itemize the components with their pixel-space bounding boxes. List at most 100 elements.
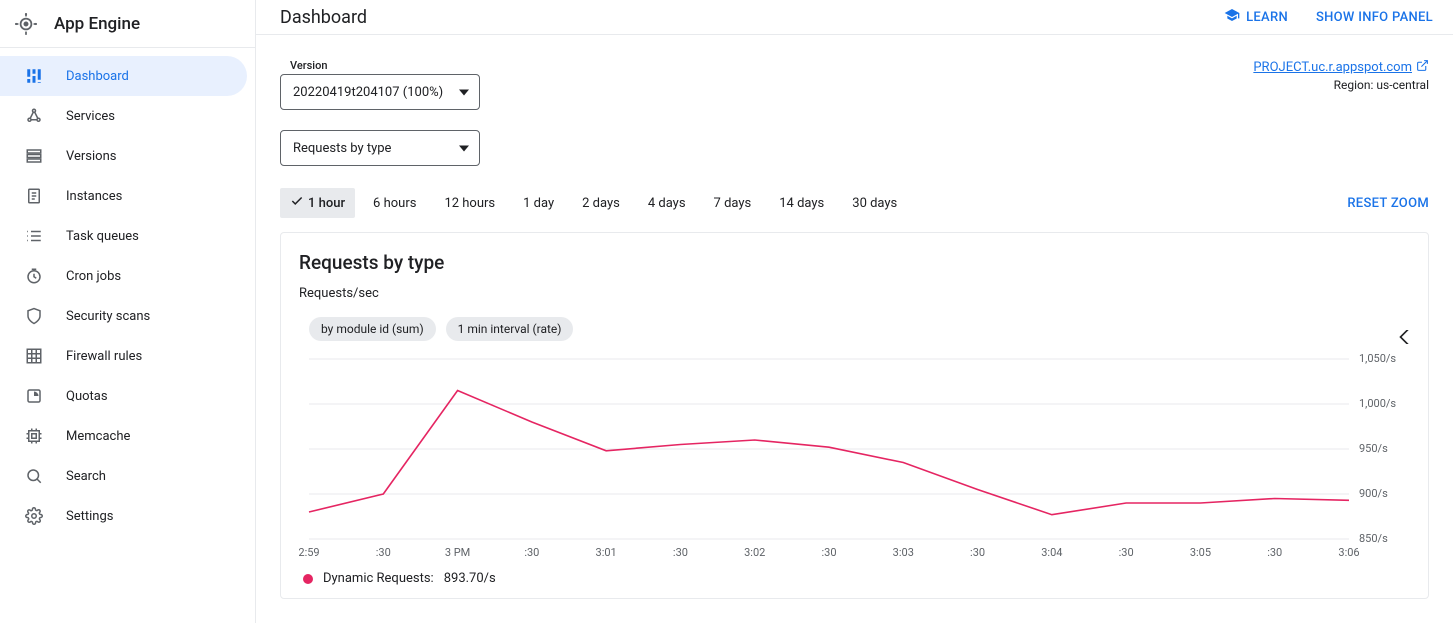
time-range-label: 14 days — [779, 196, 824, 211]
project-url: PROJECT.uc.r.appspot.com — [1253, 60, 1412, 75]
x-tick-label: :30 — [1267, 546, 1282, 559]
version-value: 20220419t204107 (100%) — [293, 85, 443, 100]
sidebar-item-memcache[interactable]: Memcache — [0, 416, 255, 456]
sidebar-item-settings[interactable]: Settings — [0, 496, 255, 536]
chart-card: Requests by type Requests/sec by module … — [280, 232, 1429, 599]
time-range-6-hours[interactable]: 6 hours — [363, 188, 426, 218]
list-icon — [24, 226, 44, 246]
version-field: Version 20220419t204107 (100%) — [280, 59, 480, 110]
memory-icon — [24, 426, 44, 446]
x-tick-label: :30 — [376, 546, 391, 559]
top-row: Version 20220419t204107 (100%) Requests … — [280, 59, 1429, 166]
x-tick-label: 3:01 — [596, 546, 617, 559]
sidebar-item-dashboard[interactable]: Dashboard — [0, 56, 247, 96]
x-tick-label: 3:05 — [1190, 546, 1211, 559]
sidebar-item-task-queues[interactable]: Task queues — [0, 216, 255, 256]
legend-dot-icon — [303, 574, 313, 584]
chart-svg: 1,050/s1,000/s950/s900/s850/s2:59:303 PM… — [299, 351, 1404, 561]
region-label: Region: us-central — [1253, 78, 1429, 92]
time-range-label: 6 hours — [373, 196, 416, 211]
chart-chips: by module id (sum) 1 min interval (rate) — [299, 317, 1410, 341]
metric-select[interactable]: Requests by type — [280, 130, 480, 166]
version-select[interactable]: 20220419t204107 (100%) — [280, 74, 480, 110]
y-tick-label: 950/s — [1359, 442, 1388, 455]
graph-icon — [24, 106, 44, 126]
page-title: Dashboard — [280, 7, 367, 28]
time-range-label: 1 day — [523, 196, 554, 211]
time-range-30-days[interactable]: 30 days — [842, 188, 907, 218]
time-range-12-hours[interactable]: 12 hours — [434, 188, 505, 218]
sidebar-item-label: Security scans — [66, 309, 150, 324]
project-link[interactable]: PROJECT.uc.r.appspot.com — [1253, 59, 1429, 76]
time-range-label: 7 days — [714, 196, 752, 211]
sidebar-item-label: Cron jobs — [66, 269, 121, 284]
sidebar-item-firewall-rules[interactable]: Firewall rules — [0, 336, 255, 376]
chart-chip: by module id (sum) — [309, 317, 436, 341]
search-icon — [24, 466, 44, 486]
reset-zoom-button[interactable]: RESET ZOOM — [1347, 196, 1429, 211]
sidebar-item-label: Task queues — [66, 229, 139, 244]
project-info: PROJECT.uc.r.appspot.com Region: us-cent… — [1253, 59, 1429, 92]
sidebar-item-label: Services — [66, 109, 115, 124]
time-range-4-days[interactable]: 4 days — [638, 188, 696, 218]
x-tick-label: 2:59 — [299, 546, 320, 559]
sidebar-item-label: Instances — [66, 189, 122, 204]
legend-series-value: 893.70/s — [444, 571, 496, 586]
chart-legend: Dynamic Requests: 893.70/s — [299, 571, 1410, 586]
version-label: Version — [280, 59, 480, 72]
clipboard-icon — [24, 186, 44, 206]
x-tick-label: 3:04 — [1041, 546, 1062, 559]
sidebar-item-label: Settings — [66, 509, 113, 524]
chevron-left-icon — [1399, 330, 1409, 348]
x-tick-label: :30 — [970, 546, 985, 559]
chip-label: 1 min interval (rate) — [458, 322, 562, 336]
sidebar-nav: Dashboard Services Versions Instances Task q… — [0, 48, 255, 536]
caret-down-icon — [459, 85, 469, 100]
time-range-2-days[interactable]: 2 days — [572, 188, 630, 218]
sidebar-item-label: Search — [66, 469, 106, 484]
time-range-1-day[interactable]: 1 day — [513, 188, 564, 218]
chart-subtitle: Requests/sec — [299, 286, 1410, 301]
show-info-panel-button[interactable]: SHOW INFO PANEL — [1316, 10, 1433, 25]
caret-down-icon — [459, 141, 469, 156]
y-tick-label: 850/s — [1359, 532, 1388, 545]
versions-icon — [24, 146, 44, 166]
chip-label: by module id (sum) — [321, 322, 424, 336]
time-range-label: 4 days — [648, 196, 686, 211]
learn-label: LEARN — [1246, 10, 1288, 25]
time-range-14-days[interactable]: 14 days — [769, 188, 834, 218]
sidebar-item-cron-jobs[interactable]: Cron jobs — [0, 256, 255, 296]
sidebar-item-services[interactable]: Services — [0, 96, 255, 136]
sidebar-item-instances[interactable]: Instances — [0, 176, 255, 216]
time-range-row: 1 hour 6 hours 12 hours 1 day 2 days 4 days 7 … — [280, 188, 1429, 218]
main-header: Dashboard LEARN SHOW INFO PANEL — [256, 0, 1453, 35]
sidebar-item-security-scans[interactable]: Security scans — [0, 296, 255, 336]
main: Dashboard LEARN SHOW INFO PANEL Version — [256, 0, 1453, 623]
x-tick-label: 3 PM — [445, 546, 470, 559]
sidebar-item-label: Dashboard — [66, 69, 129, 84]
sidebar-item-label: Firewall rules — [66, 349, 142, 364]
time-range-label: 12 hours — [444, 196, 495, 211]
sidebar: App Engine DashboardServicesVersionsInst… — [0, 0, 256, 623]
x-tick-label: :30 — [524, 546, 539, 559]
y-tick-label: 900/s — [1359, 487, 1388, 500]
chart-line-series — [309, 391, 1349, 515]
chart-panel-collapse-button[interactable] — [1392, 327, 1416, 351]
learn-button[interactable]: LEARN — [1224, 7, 1288, 27]
sidebar-item-quotas[interactable]: Quotas — [0, 376, 255, 416]
sidebar-item-label: Memcache — [66, 429, 130, 444]
time-range-1-hour[interactable]: 1 hour — [280, 188, 355, 218]
checkmark-icon — [290, 194, 304, 212]
x-tick-label: :30 — [673, 546, 688, 559]
x-tick-label: 3:02 — [744, 546, 765, 559]
time-range-label: 2 days — [582, 196, 620, 211]
time-range-7-days[interactable]: 7 days — [704, 188, 762, 218]
x-tick-label: :30 — [821, 546, 836, 559]
selectors: Version 20220419t204107 (100%) Requests … — [280, 59, 480, 166]
sidebar-item-search[interactable]: Search — [0, 456, 255, 496]
time-range-label: 1 hour — [308, 196, 345, 211]
x-tick-label: 3:06 — [1338, 546, 1359, 559]
sidebar-item-versions[interactable]: Versions — [0, 136, 255, 176]
y-tick-label: 1,050/s — [1359, 352, 1396, 365]
external-link-icon — [1416, 59, 1429, 76]
